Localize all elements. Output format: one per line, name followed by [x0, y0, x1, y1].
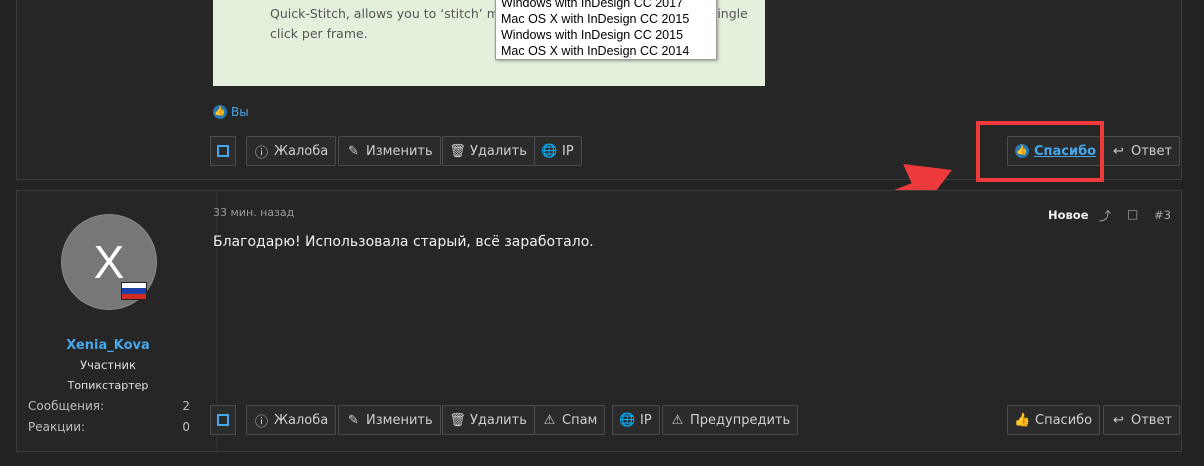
edit-icon: ✎ [348, 412, 359, 428]
reply-button[interactable]: ↩ Ответ [1103, 405, 1181, 435]
username[interactable]: Xenia_Kova [40, 338, 176, 353]
edit-button[interactable]: ✎ Изменить [338, 405, 441, 435]
edit-label: Изменить [366, 412, 433, 428]
post-timestamp[interactable]: 33 мин. назад [213, 206, 294, 219]
spam-button[interactable]: ⚠ Спам [534, 405, 606, 435]
warning-icon: ⚠ [543, 412, 556, 428]
avatar-letter: X [93, 236, 125, 288]
select-post-checkbox[interactable] [210, 405, 236, 435]
messages-stat: Сообщения: 2 [28, 399, 190, 413]
warning-icon: ⚠ [671, 412, 684, 428]
trash-icon: 🗑 [449, 412, 466, 428]
delete-label: Удалить [470, 412, 527, 428]
thanks-button[interactable]: 👍 Спасибо [1007, 405, 1101, 435]
thanks-label: Спасибо [1035, 412, 1093, 428]
warn-button[interactable]: ⚠ Предупредить [662, 405, 799, 435]
topic-starter-badge: Топикстартер [67, 379, 149, 392]
new-badge: Новое [1048, 208, 1089, 222]
delete-button[interactable]: 🗑 Удалить [442, 405, 535, 435]
spam-label: Спам [562, 412, 598, 428]
globe-icon: 🌐 [619, 412, 636, 428]
user-role: Участник [80, 358, 136, 372]
reply-label: Ответ [1131, 412, 1173, 428]
post-body: Благодарю! Использовала старый, всё зара… [213, 234, 594, 250]
alert-circle-icon: ⓘ [254, 414, 268, 430]
russia-flag-icon [121, 282, 147, 300]
reply-icon: ↩ [1113, 412, 1124, 428]
warn-label: Предупредить [690, 412, 791, 428]
report-button[interactable]: ⓘ Жалоба [246, 405, 337, 435]
thumbs-up-icon: 👍 [1014, 412, 1031, 428]
ip-button[interactable]: 🌐 IP [612, 405, 660, 435]
ip-label: IP [640, 412, 652, 428]
share-icon[interactable]: ⤴ [1099, 207, 1111, 224]
post-number[interactable]: #3 [1154, 208, 1171, 222]
reactions-stat: Реакции: 0 [28, 420, 190, 434]
bookmark-icon[interactable]: □ [1127, 207, 1138, 221]
report-label: Жалоба [274, 412, 329, 428]
